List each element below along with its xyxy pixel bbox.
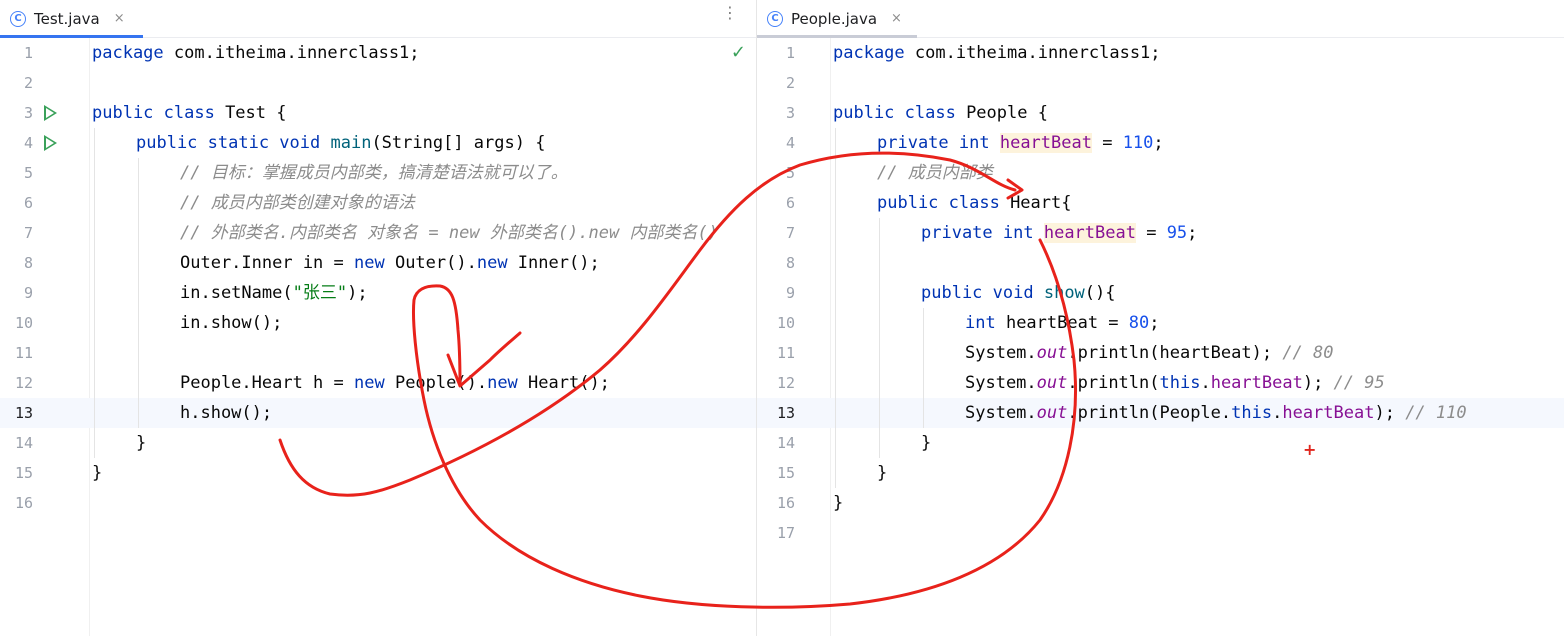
red-annotation-overlay: [278, 151, 1077, 609]
annotation-loop-stroke: [278, 151, 1017, 497]
annotation-big-curve-stroke: [411, 238, 1077, 609]
